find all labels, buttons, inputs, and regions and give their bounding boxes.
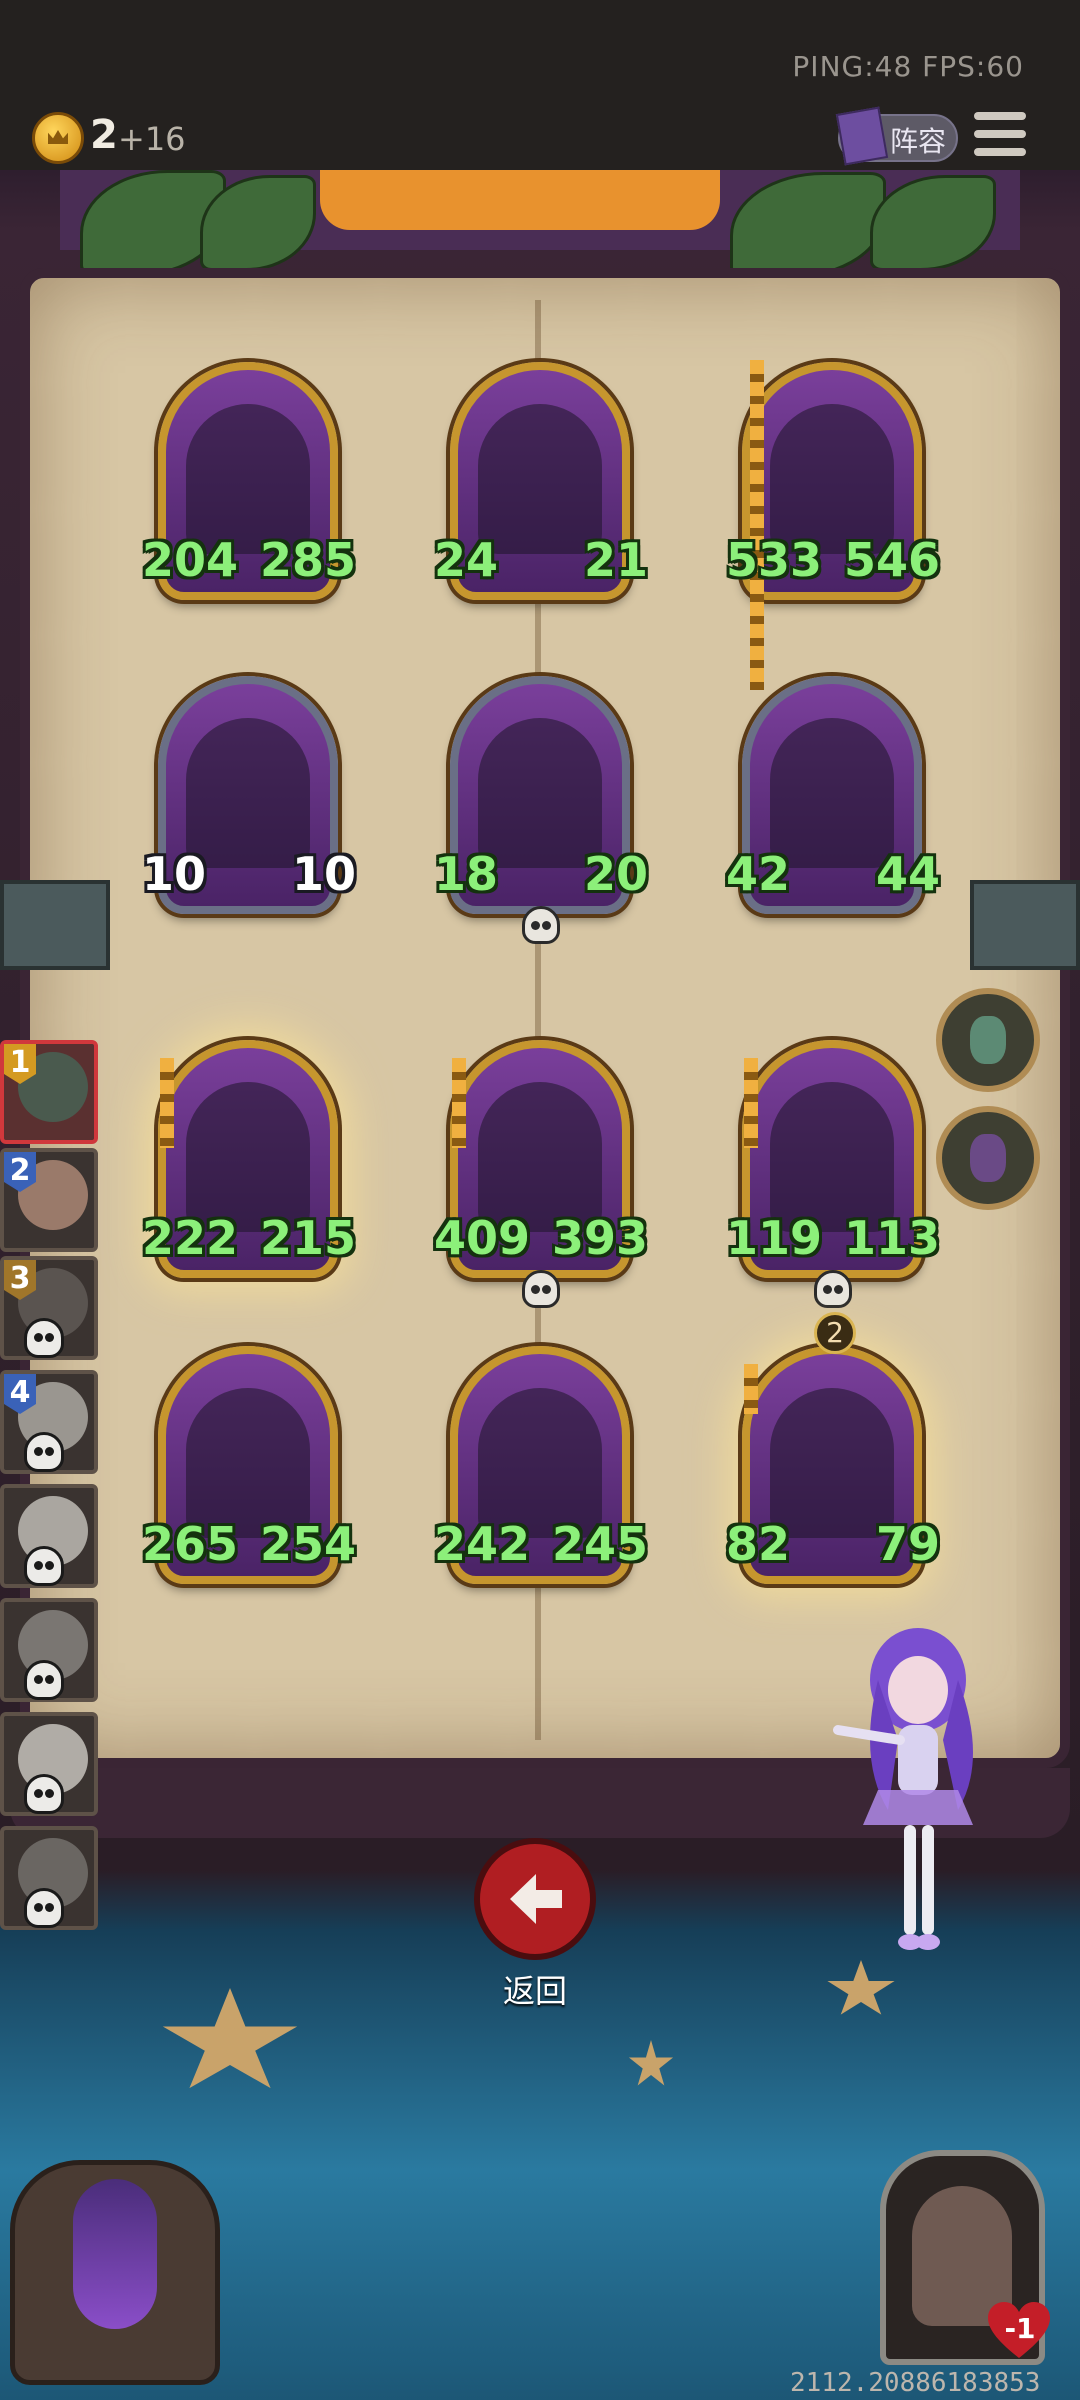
health-value: 245 <box>551 1517 648 1571</box>
skull-icon <box>24 1774 64 1814</box>
tier-badge: 2 <box>814 1312 856 1354</box>
player-slot[interactable] <box>0 1598 98 1702</box>
chain-decoration <box>160 1058 174 1148</box>
attack-value: 82 <box>726 1517 791 1571</box>
skull-icon <box>24 1888 64 1928</box>
skull-icon <box>24 1546 64 1586</box>
item-icon <box>970 1134 1006 1182</box>
minion-card[interactable]: 119 113 <box>726 1040 940 1308</box>
coin-bonus: +16 <box>118 120 186 158</box>
minion-portrait <box>186 1082 310 1232</box>
minion-card[interactable]: 222 215 <box>142 1040 356 1278</box>
health-value: 546 <box>843 533 940 587</box>
health-value: 20 <box>583 847 648 901</box>
skull-icon <box>522 1270 560 1308</box>
minion-card[interactable]: 409 393 <box>434 1040 648 1308</box>
minion-portrait <box>770 718 894 868</box>
attack-value: 242 <box>434 1517 531 1571</box>
health-value: 254 <box>259 1517 356 1571</box>
health-delta: -1 <box>1004 2312 1036 2345</box>
health-value: 285 <box>259 533 356 587</box>
ping-fps-readout: PING:48 FPS:60 <box>792 50 1024 83</box>
side-item-button[interactable] <box>936 1106 1040 1210</box>
minion-portrait <box>478 1388 602 1538</box>
session-id: 2112.20886183853 <box>790 2368 1041 2398</box>
player-slot[interactable]: 4 <box>0 1370 98 1474</box>
minion-card[interactable]: 2 82 79 <box>726 1312 940 1584</box>
minion-portrait <box>186 1388 310 1538</box>
hero-character <box>833 1628 973 1950</box>
skull-icon <box>24 1660 64 1700</box>
skull-icon <box>24 1432 64 1472</box>
minion-card[interactable]: 24 21 <box>434 362 648 600</box>
chain-decoration <box>744 1364 758 1414</box>
arrow-left-icon <box>510 1874 562 1924</box>
health-value: 79 <box>875 1517 940 1571</box>
minion-portrait <box>478 404 602 554</box>
clip-left <box>0 880 110 970</box>
attack-value: 24 <box>434 533 499 587</box>
minion-card[interactable]: 10 10 <box>142 676 356 914</box>
health-value: 113 <box>843 1211 940 1265</box>
health-value: 21 <box>583 533 648 587</box>
minion-portrait <box>186 404 310 554</box>
player-slot[interactable] <box>0 1712 98 1816</box>
player-slot[interactable] <box>0 1826 98 1930</box>
book-icon <box>835 106 889 166</box>
attack-value: 409 <box>434 1211 531 1265</box>
player-slot[interactable]: 2 <box>0 1148 98 1252</box>
player-slot[interactable]: 1 <box>0 1040 98 1144</box>
clip-right <box>970 880 1080 970</box>
health-value: 44 <box>875 847 940 901</box>
minion-portrait <box>770 1082 894 1232</box>
roster-label: 阵容 <box>890 125 947 158</box>
chain-decoration <box>452 1058 466 1148</box>
health-value: 393 <box>551 1211 648 1265</box>
player-slot[interactable] <box>0 1484 98 1588</box>
minion-portrait <box>770 404 894 554</box>
coin-icon <box>32 112 84 164</box>
minion-portrait <box>478 718 602 868</box>
player-slot[interactable]: 3 <box>0 1256 98 1360</box>
attack-value: 265 <box>142 1517 239 1571</box>
hero-power-frame[interactable] <box>10 2160 220 2385</box>
skull-icon <box>24 1318 64 1358</box>
attack-value: 10 <box>142 847 207 901</box>
minion-card[interactable]: 265 254 <box>142 1346 356 1584</box>
back-button[interactable] <box>474 1838 596 1960</box>
stage-light <box>320 170 720 230</box>
attack-value: 533 <box>726 533 823 587</box>
coin-count: 2 <box>90 112 118 158</box>
skull-icon <box>814 1270 852 1308</box>
minion-portrait <box>770 1388 894 1538</box>
health-value: 215 <box>259 1211 356 1265</box>
minion-card[interactable]: 18 20 <box>434 676 648 944</box>
minion-card[interactable]: 242 245 <box>434 1346 648 1584</box>
crystal-icon <box>73 2179 157 2329</box>
skull-icon <box>522 906 560 944</box>
attack-value: 222 <box>142 1211 239 1265</box>
minion-portrait <box>186 718 310 868</box>
chain-decoration <box>744 1058 758 1148</box>
minion-card[interactable]: 533 546 <box>726 360 940 690</box>
minion-portrait <box>478 1082 602 1232</box>
attack-value: 119 <box>726 1211 823 1265</box>
minion-card[interactable]: 204 285 <box>142 362 356 600</box>
attack-value: 204 <box>142 533 239 587</box>
chain-decoration <box>750 360 764 690</box>
menu-icon[interactable] <box>974 112 1026 160</box>
attack-value: 18 <box>434 847 499 901</box>
health-value: 10 <box>291 847 356 901</box>
item-icon <box>970 1016 1006 1064</box>
side-item-button[interactable] <box>936 988 1040 1092</box>
back-label: 返回 <box>502 1972 567 2010</box>
minion-card[interactable]: 42 44 <box>726 676 940 914</box>
attack-value: 42 <box>726 847 791 901</box>
